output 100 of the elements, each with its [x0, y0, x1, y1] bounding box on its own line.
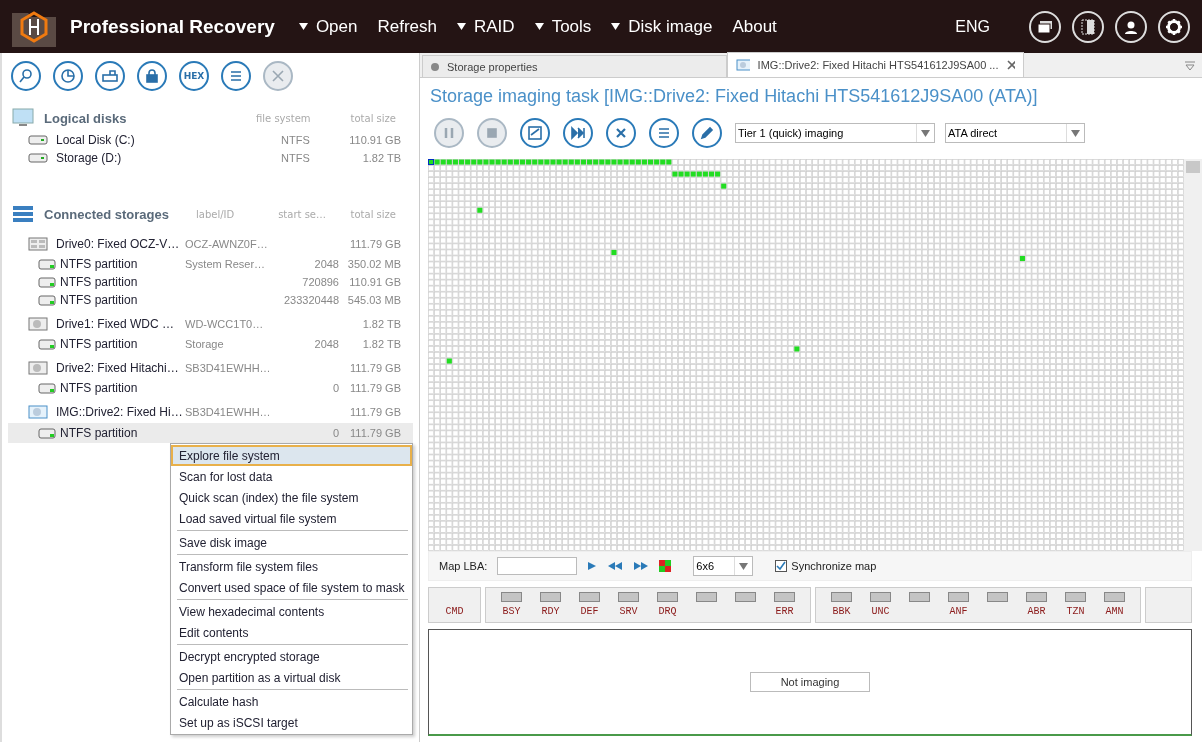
menu-item[interactable]: Refresh	[377, 16, 437, 37]
register-label: DRQ	[658, 606, 677, 618]
scan-button[interactable]	[53, 61, 83, 91]
storage-row[interactable]: Drive1: Fixed WDC … WD-WCC1T0… 1.82 TB	[8, 313, 413, 335]
storage-label: WD-WCC1T0…	[185, 318, 265, 330]
pie-chart-icon	[60, 68, 76, 84]
skip-button[interactable]	[563, 118, 593, 148]
partition-row[interactable]: NTFS partition 720896 110.91 GB	[8, 273, 413, 291]
menu-item[interactable]: Decrypt encrypted storage	[171, 646, 412, 667]
panel-button[interactable]	[1072, 10, 1104, 43]
overflow-icon[interactable]	[1184, 61, 1196, 71]
register-label: UNC	[871, 606, 890, 618]
account-button[interactable]	[1115, 10, 1147, 43]
partition-row[interactable]: NTFS partition Storage 2048 1.82 TB	[8, 335, 413, 353]
storage-name: Drive1: Fixed WDC …	[56, 317, 175, 331]
menu-item[interactable]: Transform file system files	[171, 556, 412, 577]
menu-item[interactable]: Open	[298, 16, 358, 37]
disk-name: Storage (D:)	[56, 151, 123, 165]
panel-icon	[1081, 18, 1095, 35]
status-text: Not imaging	[749, 672, 871, 692]
total-size: 111.79 GB	[349, 238, 401, 250]
register-label: ERR	[775, 606, 794, 618]
disk-name: Local Disk (C:)	[56, 133, 136, 147]
menu-item[interactable]: Load saved virtual file system	[171, 508, 412, 529]
scroll-thumb[interactable]	[1186, 161, 1200, 173]
lba-field[interactable]	[497, 557, 578, 575]
total-size: 1.82 TB	[361, 152, 401, 164]
storage-row[interactable]: IMG::Drive2: Fixed Hi… SB3D41EWHH… 111.79 GB	[8, 401, 413, 423]
partition-row[interactable]: NTFS partition 0 111.79 GB	[8, 423, 413, 443]
partition-icon	[38, 338, 56, 350]
register-label: CMD	[445, 606, 464, 618]
list-button[interactable]	[649, 118, 679, 148]
partition-label: System Reser…	[185, 258, 267, 270]
scale-select[interactable]: 6x6	[693, 556, 754, 576]
legend-icon[interactable]	[659, 560, 672, 572]
menu-item[interactable]: RAID	[457, 16, 515, 37]
imaging-mode-select[interactable]: Tier 1 (quick) imaging	[735, 123, 935, 143]
settings-button[interactable]	[1158, 10, 1190, 43]
access-mode-select[interactable]: ATA direct	[945, 123, 1085, 143]
total-size: 545.03 MB	[346, 294, 401, 306]
section-title: Connected storages	[44, 206, 170, 222]
windows-button[interactable]	[1029, 10, 1061, 43]
menu-item[interactable]: Edit contents	[171, 622, 412, 643]
close-icon[interactable]	[1006, 60, 1015, 70]
monitor-icon	[12, 108, 36, 128]
partition-row[interactable]: NTFS partition 233320448 545.03 MB	[8, 291, 413, 309]
menu-item[interactable]: Disk image	[611, 16, 713, 37]
column-header: file system	[256, 112, 312, 124]
register-label: ABR	[1027, 606, 1046, 618]
menu-item[interactable]: Quick scan (index) the file system	[171, 487, 412, 508]
total-size: 110.91 GB	[348, 276, 401, 288]
rewind-icon[interactable]	[607, 561, 624, 571]
menu-item[interactable]: Convert used space of file system to mask	[171, 577, 412, 598]
task-title: Storage imaging task [IMG::Drive2: Fixed Hitachi HTS541612J9SA00 (ATA)]	[429, 85, 1039, 108]
storage-label: OCZ-AWNZ0F…	[185, 238, 269, 250]
map-button[interactable]	[520, 118, 550, 148]
menu-item[interactable]: Open partition as a virtual disk	[171, 667, 412, 688]
stop-icon	[484, 125, 500, 141]
register-label: BSY	[502, 606, 521, 618]
skip-icon	[570, 125, 586, 141]
sync-checkbox[interactable]	[775, 560, 788, 572]
storage-row[interactable]: Drive2: Fixed Hitachi… SB3D41EWHH… 111.79 GB	[8, 357, 413, 379]
map-lba-label: Map LBA:	[439, 560, 488, 572]
edit-button[interactable]	[692, 118, 722, 148]
menu-item[interactable]: View hexadecimal contents	[171, 601, 412, 622]
logical-disk-row[interactable]: Local Disk (C:) NTFS 110.91 GB	[8, 131, 413, 149]
disk-image-icon	[28, 405, 48, 419]
menu-item[interactable]: Scan for lost data	[171, 466, 412, 487]
search-icon	[18, 68, 34, 84]
partition-name: NTFS partition	[60, 337, 139, 351]
start-sector: 720896	[301, 276, 339, 288]
language-selector[interactable]: ENG	[955, 17, 990, 36]
hex-button[interactable]: HEX	[179, 61, 209, 91]
pencil-icon	[699, 125, 715, 141]
partition-row[interactable]: NTFS partition System Reser… 2048 350.02 MB	[8, 255, 413, 273]
section-title: Logical disks	[44, 110, 128, 126]
start-sector: 2048	[313, 338, 339, 350]
close-icon	[270, 68, 286, 84]
dropdown-arrow-icon	[739, 562, 749, 570]
lock-button[interactable]	[137, 61, 167, 91]
menu-item[interactable]: Explore file system	[171, 445, 412, 466]
tab[interactable]: Storage properties	[422, 55, 727, 77]
fast-forward-icon[interactable]	[633, 561, 650, 571]
menu-item[interactable]: Save disk image	[171, 532, 412, 553]
storage-row[interactable]: Drive0: Fixed OCZ-V… OCZ-AWNZ0F… 111.79 GB	[8, 233, 413, 255]
scrollbar[interactable]	[1184, 159, 1202, 551]
logical-disk-row[interactable]: Storage (D:) NTFS 1.82 TB	[8, 149, 413, 167]
menu-item[interactable]: Tools	[534, 16, 592, 37]
storage-label: SB3D41EWHH…	[185, 362, 272, 374]
open-button[interactable]	[95, 61, 125, 91]
tab[interactable]: IMG::Drive2: Fixed Hitachi HTS541612J9SA00 ...	[727, 52, 1024, 77]
search-button[interactable]	[11, 61, 41, 91]
menu-item[interactable]: Set up as iSCSI target	[171, 712, 412, 733]
menu-item[interactable]: About	[732, 16, 777, 37]
total-size: 350.02 MB	[346, 258, 401, 270]
play-icon[interactable]	[587, 561, 598, 571]
list-button[interactable]	[221, 61, 251, 91]
partition-row[interactable]: NTFS partition 0 111.79 GB	[8, 379, 413, 397]
menu-item[interactable]: Calculate hash	[171, 691, 412, 712]
cancel-button[interactable]	[606, 118, 636, 148]
